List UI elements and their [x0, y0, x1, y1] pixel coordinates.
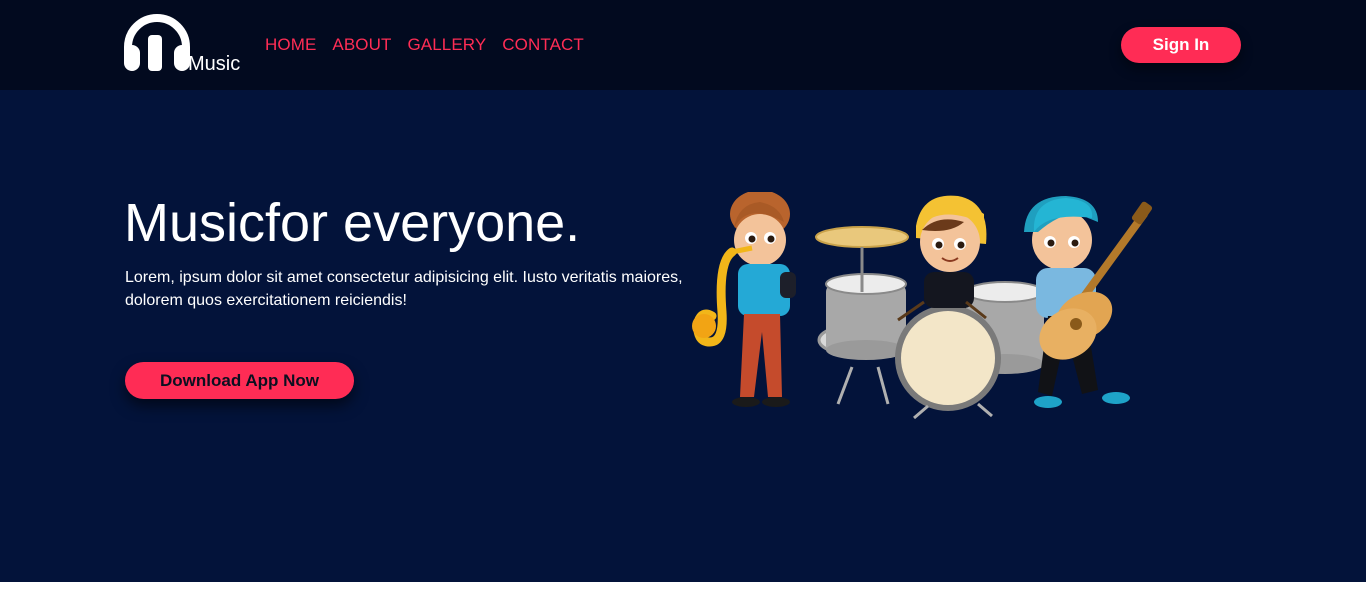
headphones-icon	[124, 14, 190, 71]
site-header: Music HOME ABOUT GALLERY CONTACT Sign In	[0, 0, 1366, 90]
hero-title: Musicfor everyone.	[124, 193, 581, 253]
download-app-button[interactable]: Download App Now	[125, 362, 354, 399]
sign-in-button[interactable]: Sign In	[1121, 27, 1241, 63]
saxophone-kid	[692, 192, 796, 407]
nav-contact[interactable]: CONTACT	[502, 34, 584, 56]
guitar-kid	[1024, 196, 1153, 408]
drummer-kid	[897, 195, 987, 322]
main-nav: HOME ABOUT GALLERY CONTACT	[265, 34, 584, 56]
logo-text: Music	[188, 53, 241, 75]
nav-about[interactable]: ABOUT	[332, 34, 391, 56]
logo[interactable]: Music	[122, 13, 252, 77]
nav-home[interactable]: HOME	[265, 34, 316, 56]
hero-section: Musicfor everyone. Lorem, ipsum dolor si…	[0, 90, 1366, 582]
kids-band-illustration	[692, 192, 1153, 420]
nav-gallery[interactable]: GALLERY	[407, 34, 486, 56]
hero-description: Lorem, ipsum dolor sit amet consectetur …	[125, 269, 683, 309]
